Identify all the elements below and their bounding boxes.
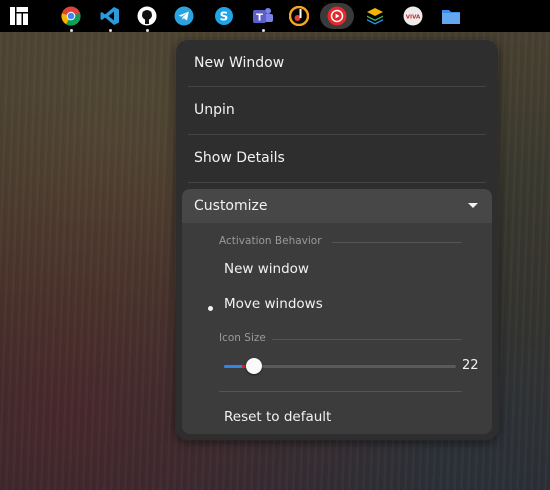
running-indicator [109, 29, 112, 32]
icon-size-heading: Icon Size [219, 332, 266, 344]
vscode-icon[interactable] [99, 5, 121, 27]
chevron-down-icon [468, 203, 478, 208]
chrome-icon[interactable] [60, 5, 82, 27]
music-icon[interactable] [288, 5, 310, 27]
section-divider [219, 391, 462, 392]
vivaldi-text: VIVA [406, 15, 421, 21]
layers-icon[interactable] [364, 5, 386, 27]
customize-submenu: Customize Activation Behavior New window… [182, 189, 492, 434]
selected-indicator-icon [208, 306, 213, 311]
skype-icon[interactable]: S [213, 5, 235, 27]
show-details-item[interactable]: Show Details [182, 135, 492, 181]
unpin-item[interactable]: Unpin [182, 87, 492, 133]
teams-letter: T [256, 13, 263, 24]
youtube-music-icon[interactable] [326, 5, 348, 27]
section-divider [332, 242, 462, 243]
files-icon[interactable] [440, 5, 462, 27]
top-panel-dock: S T VIVA [0, 0, 550, 32]
activation-move-windows-option[interactable]: Move windows [224, 296, 323, 312]
skype-letter: S [220, 10, 229, 24]
running-indicator [70, 29, 73, 32]
customize-expander[interactable]: Customize [182, 189, 492, 223]
teams-icon[interactable]: T [252, 5, 274, 27]
running-indicator [146, 29, 149, 32]
activation-behavior-heading: Activation Behavior [219, 235, 322, 247]
app-context-menu: New Window Unpin Show Details Customize … [176, 40, 498, 440]
manjaro-icon[interactable] [8, 5, 30, 27]
section-divider [272, 339, 462, 340]
icon-size-slider-handle[interactable] [246, 358, 263, 374]
github-icon[interactable] [136, 5, 158, 27]
activation-new-window-option[interactable]: New window [224, 261, 309, 277]
vivaldi-icon[interactable]: VIVA [402, 5, 424, 27]
reset-to-default-item[interactable]: Reset to default [224, 409, 331, 425]
telegram-icon[interactable] [173, 5, 195, 27]
icon-size-value: 22 [462, 358, 479, 373]
new-window-item[interactable]: New Window [182, 40, 492, 86]
running-indicator [262, 29, 265, 32]
menu-separator [188, 182, 486, 183]
customize-label: Customize [194, 198, 268, 214]
